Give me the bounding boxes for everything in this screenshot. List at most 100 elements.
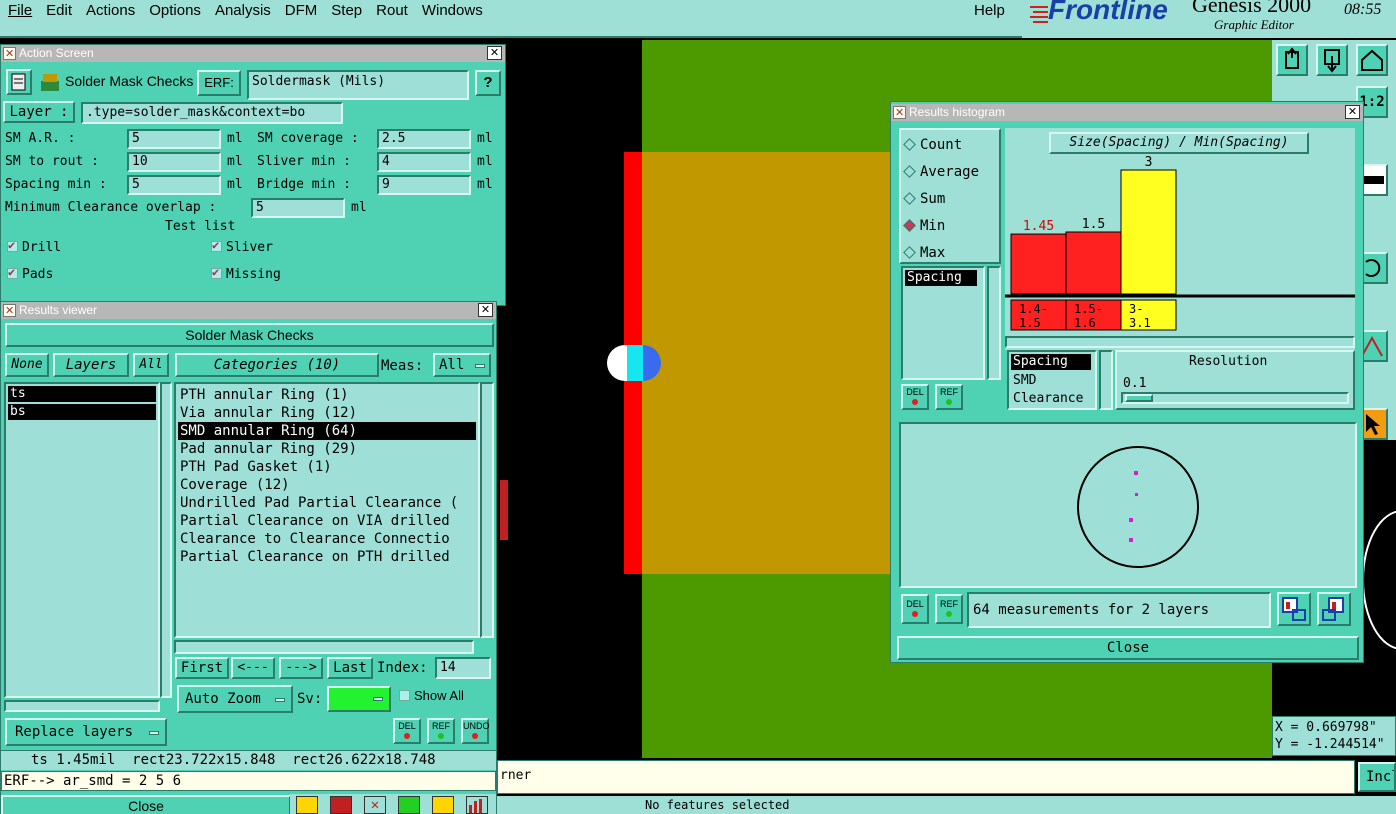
param-field-bridge-min[interactable]: 9 xyxy=(377,175,471,195)
undo-button[interactable]: UNDO xyxy=(461,718,490,744)
mode-average[interactable]: Average xyxy=(901,161,999,188)
hist-del-button[interactable]: DEL xyxy=(901,594,929,624)
test-drill[interactable]: Drill xyxy=(7,238,61,255)
index-field[interactable]: 14 xyxy=(435,657,491,679)
load-icon[interactable] xyxy=(1316,44,1348,76)
histogram-close-button[interactable]: Close xyxy=(897,636,1359,660)
incl-button[interactable]: Incl xyxy=(1358,762,1396,792)
resolution-slider-thumb[interactable] xyxy=(1125,394,1153,402)
chart-import-icon[interactable] xyxy=(1317,592,1351,626)
menu-help[interactable]: Help xyxy=(974,2,1005,19)
histogram-tool-icon[interactable] xyxy=(466,796,488,814)
radio-icon[interactable] xyxy=(903,246,916,259)
category-item[interactable]: Pad annular Ring (29) xyxy=(178,440,476,458)
menu-rout[interactable]: Rout xyxy=(376,2,408,19)
radio-icon[interactable] xyxy=(903,138,916,151)
layers-list[interactable]: ts bs xyxy=(4,382,160,698)
menu-analysis[interactable]: Analysis xyxy=(215,2,271,19)
layers-scrollbar[interactable] xyxy=(160,382,172,698)
del-button[interactable]: DEL xyxy=(393,718,421,744)
menu-edit[interactable]: Edit xyxy=(46,2,72,19)
measure-item-smd[interactable]: SMD xyxy=(1011,372,1093,390)
category-item[interactable]: Partial Clearance on VIA drilled xyxy=(178,512,476,530)
left-measure-scrollbar[interactable] xyxy=(987,266,1001,380)
categories-list[interactable]: PTH annular Ring (1) Via annular Ring (12… xyxy=(174,382,480,638)
menu-windows[interactable]: Windows xyxy=(422,2,483,19)
save-icon[interactable] xyxy=(1276,44,1308,76)
tool-icon[interactable] xyxy=(432,796,454,814)
erf-command-line[interactable]: ERF--> ar_smd = 2 5 6 xyxy=(1,771,496,791)
checkbox-icon[interactable] xyxy=(399,690,410,701)
mode-max[interactable]: Max xyxy=(901,242,999,269)
resolution-slider[interactable] xyxy=(1121,392,1349,404)
histogram-bar[interactable] xyxy=(1065,231,1122,295)
sv-color-select[interactable] xyxy=(327,686,391,712)
category-item[interactable]: Partial Clearance on PTH drilled xyxy=(178,548,476,566)
hist-ref-button-top[interactable]: REF xyxy=(935,384,963,410)
home-icon[interactable] xyxy=(1356,44,1388,76)
left-measure-item[interactable]: Spacing xyxy=(905,270,977,286)
next-button[interactable]: ---> xyxy=(279,657,323,679)
category-item[interactable]: PTH annular Ring (1) xyxy=(178,386,476,404)
menu-actions[interactable]: Actions xyxy=(86,2,135,19)
histogram-bar[interactable] xyxy=(1120,169,1177,295)
histogram-hscrollbar[interactable] xyxy=(1005,336,1355,348)
replace-layers-select[interactable]: Replace layers xyxy=(5,718,167,746)
menu-options[interactable]: Options xyxy=(149,2,201,19)
menu-step[interactable]: Step xyxy=(331,2,362,19)
action-screen-close-icon[interactable]: ✕ xyxy=(487,46,502,60)
checkbox-icon[interactable] xyxy=(7,265,18,279)
categories-hscrollbar[interactable] xyxy=(174,640,474,654)
results-close-button[interactable]: Close xyxy=(1,795,291,814)
mode-sum[interactable]: Sum xyxy=(901,188,999,215)
layers-button[interactable]: Layers xyxy=(53,353,129,377)
first-button[interactable]: First xyxy=(175,657,229,679)
layer-item-bs[interactable]: bs xyxy=(8,404,156,420)
radio-icon[interactable] xyxy=(903,192,916,205)
param-field-sm-ar[interactable]: 5 xyxy=(127,129,221,149)
tool-icon[interactable] xyxy=(398,796,420,814)
document-icon[interactable] xyxy=(6,69,32,95)
last-button[interactable]: Last xyxy=(327,657,373,679)
chart-export-icon[interactable] xyxy=(1277,592,1311,626)
menu-file[interactable]: File xyxy=(8,2,32,19)
layer-item-ts[interactable]: ts xyxy=(8,386,156,402)
measure-scrollbar[interactable] xyxy=(1099,350,1113,410)
histogram-close-icon[interactable]: ✕ xyxy=(1345,105,1360,119)
erf-field[interactable]: Soldermask (Mils) xyxy=(247,70,469,100)
test-missing[interactable]: Missing xyxy=(211,265,281,282)
category-item[interactable]: SMD annular Ring (64) xyxy=(178,422,476,440)
show-all-toggle[interactable]: Show All xyxy=(399,688,464,703)
none-button[interactable]: None xyxy=(5,353,49,377)
test-sliver[interactable]: Sliver xyxy=(211,238,273,255)
hist-del-button-top[interactable]: DEL xyxy=(901,384,929,410)
tool-icon[interactable] xyxy=(296,796,318,814)
delete-tool-icon[interactable]: ✕ xyxy=(364,796,386,814)
category-item[interactable]: Coverage (12) xyxy=(178,476,476,494)
categories-scrollbar[interactable] xyxy=(480,382,494,638)
test-pads[interactable]: Pads xyxy=(7,265,53,282)
measure-item-clearance[interactable]: Clearance xyxy=(1011,390,1093,408)
param-field-sm-to-rout[interactable]: 10 xyxy=(127,152,221,172)
window-menu-icon[interactable] xyxy=(3,46,16,63)
window-menu-icon[interactable] xyxy=(893,105,906,122)
menu-dfm[interactable]: DFM xyxy=(285,2,318,19)
category-item[interactable]: PTH Pad Gasket (1) xyxy=(178,458,476,476)
radio-icon[interactable] xyxy=(903,165,916,178)
overlap-field[interactable]: 5 xyxy=(251,198,345,218)
measure-list[interactable]: Spacing SMD Clearance xyxy=(1007,350,1097,410)
results-viewer-close-icon[interactable]: ✕ xyxy=(478,303,493,317)
message-line[interactable]: rner xyxy=(497,760,1355,794)
help-button[interactable]: ? xyxy=(475,70,501,96)
radio-icon[interactable] xyxy=(903,219,916,232)
categories-button[interactable]: Categories (10) xyxy=(175,353,379,377)
category-item[interactable]: Undrilled Pad Partial Clearance ( xyxy=(178,494,476,512)
checkbox-icon[interactable] xyxy=(211,265,222,279)
layer-button[interactable]: Layer : xyxy=(3,101,75,123)
category-item[interactable]: Clearance to Clearance Connectio xyxy=(178,530,476,548)
checks-header-button[interactable]: Solder Mask Checks xyxy=(5,323,494,347)
auto-zoom-select[interactable]: Auto Zoom xyxy=(177,685,293,713)
param-field-sliver-min[interactable]: 4 xyxy=(377,152,471,172)
meas-select[interactable]: All xyxy=(433,353,491,377)
checkbox-icon[interactable] xyxy=(7,238,18,252)
